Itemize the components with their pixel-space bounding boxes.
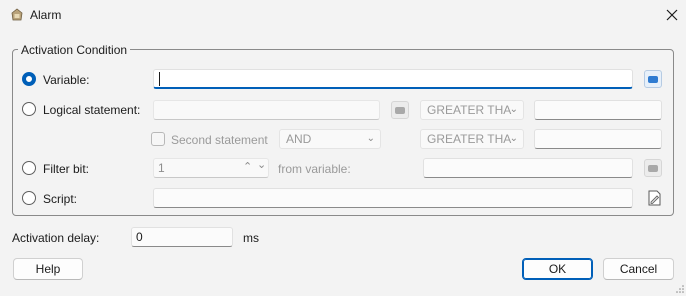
stepper-down-icon[interactable]: ⌄	[257, 158, 266, 172]
logical-browse-button[interactable]	[391, 101, 409, 119]
chevron-down-icon: ⌄	[509, 133, 518, 144]
variable-radio[interactable]	[22, 72, 36, 86]
second-statement-checkbox[interactable]	[151, 132, 165, 146]
filter-bit-radio[interactable]	[22, 161, 36, 175]
logical-operator-value: GREATER THA	[427, 103, 512, 117]
activation-condition-label: Activation Condition	[18, 43, 131, 57]
script-input[interactable]	[153, 188, 633, 208]
variable-input[interactable]	[153, 69, 633, 89]
alarm-app-icon	[9, 7, 25, 23]
activation-delay-unit: ms	[243, 231, 259, 245]
script-radio[interactable]	[22, 191, 36, 205]
browse-icon	[648, 75, 658, 83]
activation-delay-input[interactable]: 0	[131, 227, 233, 247]
logical-compare-input[interactable]	[534, 100, 662, 120]
variable-browse-button[interactable]	[644, 70, 662, 88]
logical-statement-radio[interactable]	[22, 102, 36, 116]
browse-icon	[395, 106, 405, 114]
second-connector-value: AND	[286, 132, 312, 146]
filter-variable-input[interactable]	[423, 158, 633, 178]
browse-icon	[648, 164, 658, 172]
title-bar	[0, 0, 686, 30]
filter-browse-button[interactable]	[644, 159, 662, 177]
ok-button[interactable]: OK	[522, 258, 593, 280]
second-operator-select[interactable]: GREATER THA ⌄	[420, 129, 524, 149]
script-label: Script:	[43, 192, 78, 206]
second-connector-select[interactable]: AND ⌄	[279, 129, 381, 149]
logical-operator-select[interactable]: GREATER THA ⌄	[420, 100, 524, 120]
filter-bit-label: Filter bit:	[43, 162, 90, 176]
logical-statement-label: Logical statement:	[43, 103, 141, 117]
chevron-down-icon: ⌄	[509, 104, 518, 115]
script-edit-icon[interactable]	[645, 188, 663, 208]
logical-statement-input[interactable]	[153, 100, 380, 120]
close-icon[interactable]	[660, 4, 684, 26]
from-variable-label: from variable:	[278, 162, 351, 176]
second-compare-input[interactable]	[534, 129, 662, 149]
cancel-button[interactable]: Cancel	[603, 258, 674, 280]
chevron-down-icon: ⌄	[366, 133, 375, 144]
resize-grip-icon[interactable]	[676, 282, 684, 293]
stepper-up-icon[interactable]: ⌃	[243, 160, 252, 174]
second-statement-label: Second statement	[171, 133, 268, 147]
second-operator-value: GREATER THA	[427, 132, 512, 146]
help-button[interactable]: Help	[13, 258, 83, 280]
text-caret	[159, 72, 160, 86]
variable-label: Variable:	[43, 73, 90, 87]
filter-bit-stepper[interactable]: 1 ⌃ ⌄	[153, 158, 269, 178]
filter-bit-value: 1	[158, 161, 165, 175]
window-title: Alarm	[30, 8, 62, 22]
activation-delay-label: Activation delay:	[12, 231, 100, 245]
